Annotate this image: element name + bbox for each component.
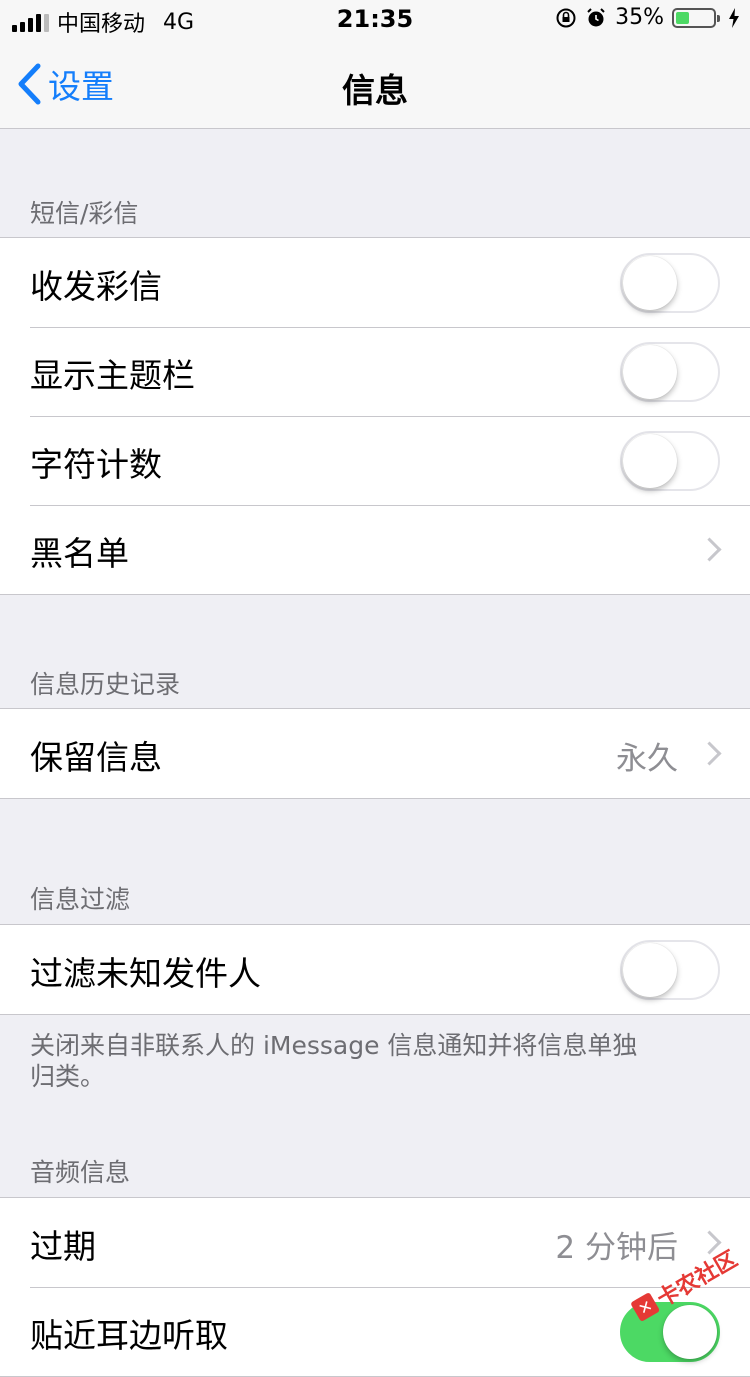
row-blocked[interactable]: 黑名单 (0, 505, 750, 594)
row-character-count[interactable]: 字符计数 (0, 416, 750, 505)
battery-percent: 35% (615, 5, 664, 30)
charging-icon (729, 7, 739, 28)
settings-group-filter: 过滤未知发件人 (0, 924, 750, 1015)
status-bar: 中国移动 4G 21:35 35% (0, 0, 750, 40)
toggle-knob (623, 345, 677, 399)
navigation-bar: 设置 信息 (0, 40, 750, 129)
chevron-right-icon (697, 537, 722, 562)
toggle-knob (663, 1305, 717, 1359)
battery-icon (672, 7, 720, 28)
row-label: 黑名单 (30, 534, 129, 573)
row-label: 显示主题栏 (30, 356, 195, 395)
rotation-lock-icon (556, 8, 576, 27)
page-title: 信息 (342, 71, 408, 110)
chevron-right-icon (697, 741, 722, 766)
character-count-toggle[interactable] (620, 431, 720, 491)
row-label: 过期 (30, 1227, 96, 1266)
section-header-history: 信息历史记录 (30, 670, 181, 699)
row-mms[interactable]: 收发彩信 (0, 238, 750, 327)
row-value: 2 分钟后 (555, 1230, 678, 1266)
settings-group-audio: 过期 2 分钟后 贴近耳边听取 (0, 1197, 750, 1377)
row-label: 过滤未知发件人 (30, 954, 261, 993)
row-label: 收发彩信 (30, 267, 162, 306)
row-keep-messages[interactable]: 保留信息 永久 (0, 709, 750, 798)
row-value: 永久 (616, 741, 678, 777)
row-subject-field[interactable]: 显示主题栏 (0, 327, 750, 416)
row-label: 字符计数 (30, 445, 162, 484)
row-label: 贴近耳边听取 (30, 1316, 228, 1355)
row-expire[interactable]: 过期 2 分钟后 (0, 1198, 750, 1287)
toggle-knob (623, 434, 677, 488)
filter-footer-note: 关闭来自非联系人的 iMessage 信息通知并将信息单独归类。 (30, 1031, 638, 1091)
section-header-sms: 短信/彩信 (30, 199, 139, 228)
mms-toggle[interactable] (620, 253, 720, 313)
battery-fill (676, 11, 689, 24)
settings-group-history: 保留信息 永久 (0, 708, 750, 799)
subject-field-toggle[interactable] (620, 342, 720, 402)
section-header-filter: 信息过滤 (30, 885, 131, 914)
row-label: 保留信息 (30, 738, 162, 777)
alarm-icon (587, 7, 605, 26)
section-header-audio: 音频信息 (30, 1158, 131, 1187)
row-filter-unknown[interactable]: 过滤未知发件人 (0, 925, 750, 1014)
toggle-knob (623, 943, 677, 997)
settings-group-sms: 收发彩信 显示主题栏 字符计数 黑名单 (0, 237, 750, 595)
filter-unknown-toggle[interactable] (620, 940, 720, 1000)
toggle-knob (623, 256, 677, 310)
status-right: 35% (555, 5, 740, 30)
